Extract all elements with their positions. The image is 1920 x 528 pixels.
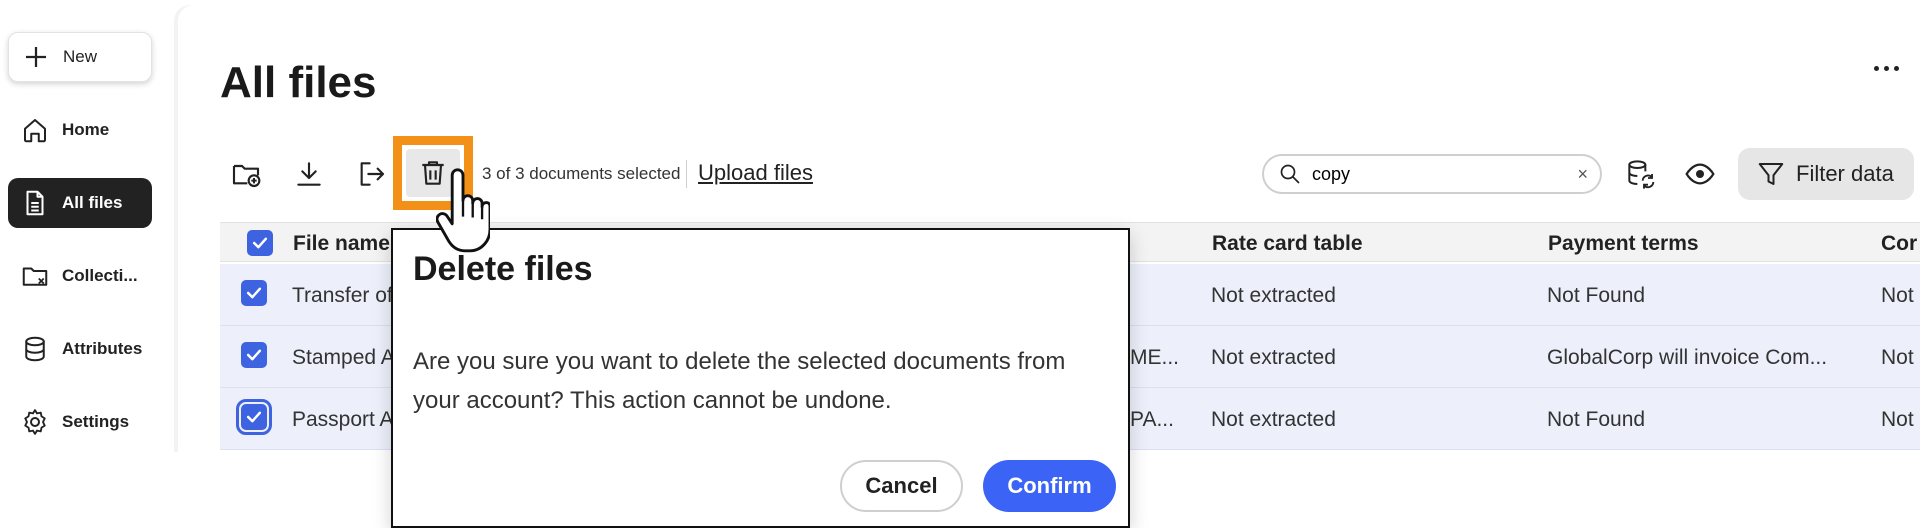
column-header-payment-terms[interactable]: Payment terms [1548, 232, 1699, 256]
download-icon [297, 162, 321, 186]
row-checkbox[interactable] [241, 342, 267, 368]
sidebar-item-label: Attributes [62, 339, 143, 358]
cell-truncated: PA... [1130, 408, 1174, 431]
sidebar-item-label: Collecti... [62, 266, 138, 285]
database-refresh-icon [1628, 160, 1655, 189]
search-icon [1280, 164, 1300, 184]
cell-rate-card: Not extracted [1211, 284, 1336, 307]
checkmark-icon [246, 287, 262, 299]
checkmark-icon [246, 349, 262, 361]
new-button[interactable]: New [8, 32, 152, 82]
database-refresh-button[interactable] [1620, 154, 1660, 194]
divider [686, 160, 687, 188]
cell-rate-card: Not extracted [1211, 408, 1336, 431]
sidebar-item-home[interactable]: Home [8, 105, 152, 155]
confirm-button[interactable]: Confirm [983, 460, 1116, 512]
sidebar-item-all-files[interactable]: All files [8, 178, 152, 228]
filter-data-button[interactable]: Filter data [1738, 148, 1914, 200]
preview-button[interactable] [1680, 154, 1720, 194]
folder-icon [22, 267, 48, 286]
cell-file-name[interactable]: Passport A [292, 408, 394, 432]
column-header-rate-card[interactable]: Rate card table [1212, 232, 1363, 256]
hand-cursor-icon [436, 168, 490, 253]
cell-cor: Not [1881, 408, 1914, 431]
checkmark-icon [252, 237, 268, 249]
search-input[interactable] [1312, 163, 1562, 185]
sidebar-item-settings[interactable]: Settings [8, 397, 152, 447]
home-icon [24, 119, 46, 143]
export-button[interactable] [353, 156, 389, 192]
cell-file-name[interactable]: Transfer of [292, 284, 393, 308]
cell-cor: Not [1881, 346, 1914, 369]
add-folder-icon [232, 164, 261, 188]
cell-rate-card: Not extracted [1211, 346, 1336, 369]
column-header-cor[interactable]: Cor [1881, 232, 1917, 256]
sidebar-item-label: Home [62, 120, 110, 139]
upload-files-link[interactable]: Upload files [698, 160, 813, 186]
sidebar-item-attributes[interactable]: Attributes [8, 324, 152, 374]
filter-icon [1758, 163, 1784, 185]
sidebar-item-label: All files [62, 193, 123, 212]
gear-icon [24, 409, 46, 435]
search-box[interactable]: × [1262, 154, 1602, 194]
export-icon [360, 162, 385, 186]
cell-truncated: ME... [1130, 346, 1180, 369]
document-icon [26, 190, 44, 216]
filter-label: Filter data [1796, 161, 1894, 186]
sidebar-item-label: Settings [62, 412, 130, 431]
database-icon [25, 336, 45, 362]
cell-file-name[interactable]: Stamped A [292, 346, 395, 370]
clear-search-icon[interactable]: × [1577, 164, 1588, 185]
add-folder-button[interactable] [228, 156, 264, 192]
sidebar-item-collections[interactable]: Collecti... [8, 251, 152, 301]
download-button[interactable] [291, 156, 327, 192]
column-header-file-name[interactable]: File name [293, 232, 390, 256]
new-button-label: New [63, 47, 98, 66]
eye-icon [1685, 163, 1715, 185]
more-icon[interactable] [1874, 66, 1902, 76]
selection-count: 3 of 3 documents selected [482, 164, 681, 183]
row-checkbox[interactable] [236, 399, 272, 435]
select-all-checkbox[interactable] [247, 230, 273, 256]
cell-payment-terms: GlobalCorp will invoice Com... [1547, 346, 1828, 369]
plus-icon [26, 47, 46, 67]
delete-files-dialog: Delete files Are you sure you want to de… [391, 228, 1130, 528]
checkmark-icon [246, 411, 262, 423]
sidebar: New Home All files Collecti... Attribute… [0, 0, 176, 528]
cell-payment-terms: Not Found [1547, 408, 1646, 431]
cell-payment-terms: Not Found [1547, 284, 1646, 307]
cell-cor: Not [1881, 284, 1914, 307]
row-checkbox[interactable] [241, 280, 267, 306]
cancel-button[interactable]: Cancel [840, 460, 963, 512]
page-title: All files [220, 58, 377, 107]
dialog-message: Are you sure you want to delete the sele… [413, 348, 1066, 414]
